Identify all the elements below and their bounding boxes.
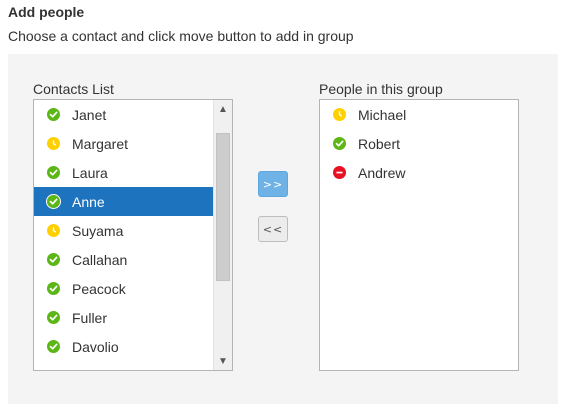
clock-icon <box>333 108 346 121</box>
group-member-michael[interactable]: Michael <box>320 100 518 129</box>
contact-item-fuller[interactable]: Fuller <box>34 303 213 332</box>
contact-item-janet[interactable]: Janet <box>34 100 213 129</box>
scroll-thumb[interactable] <box>216 133 230 281</box>
contact-name: Suyama <box>72 222 124 239</box>
clock-icon <box>47 137 60 150</box>
instructions-text: Choose a contact and click move button t… <box>8 28 354 44</box>
contact-item-suyama[interactable]: Suyama <box>34 216 213 245</box>
contact-name: Janet <box>72 106 107 123</box>
checkmark-icon <box>47 253 60 266</box>
contact-name: Davolio <box>72 338 119 355</box>
contact-item-margaret[interactable]: Margaret <box>34 129 213 158</box>
contact-item-laura[interactable]: Laura <box>34 158 213 187</box>
contact-name: Callahan <box>72 251 128 268</box>
move-right-button[interactable]: >> <box>258 171 288 197</box>
checkmark-icon <box>47 166 60 179</box>
contacts-listbox[interactable]: Davolio Fuller Peacock Callahan Suyama Anne La… <box>33 99 233 371</box>
contact-item-peacock[interactable]: Peacock <box>34 274 213 303</box>
contact-name: Peacock <box>72 280 126 297</box>
checkmark-icon <box>47 340 60 353</box>
contact-item-anne[interactable]: Anne <box>34 187 213 216</box>
group-listbox[interactable]: Andrew Robert Michael <box>319 99 519 371</box>
contacts-scrollbar[interactable]: ▲ ▼ <box>213 100 232 370</box>
checkmark-icon <box>333 137 346 150</box>
scroll-down-arrow[interactable]: ▼ <box>217 356 229 367</box>
checkmark-icon <box>47 108 60 121</box>
contact-name: Laura <box>72 164 108 181</box>
contact-name: Anne <box>72 193 105 210</box>
group-list-label: People in this group <box>319 81 443 97</box>
contact-item-callahan[interactable]: Callahan <box>34 245 213 274</box>
group-member-robert[interactable]: Robert <box>320 129 518 158</box>
checkmark-icon <box>47 282 60 295</box>
clock-icon <box>47 224 60 237</box>
contact-name: Fuller <box>72 309 108 326</box>
add-people-panel: Contacts List Davolio Fuller Peacock Callah… <box>8 54 558 404</box>
contact-name: Margaret <box>72 135 129 152</box>
contacts-list-label: Contacts List <box>33 81 114 97</box>
contact-name: Andrew <box>358 164 406 181</box>
contact-item-davolio[interactable]: Davolio <box>34 332 213 361</box>
group-member-andrew[interactable]: Andrew <box>320 158 518 187</box>
checkmark-icon <box>46 194 61 209</box>
move-left-button[interactable]: << <box>258 216 288 242</box>
contact-name: Robert <box>358 135 401 152</box>
checkmark-icon <box>47 311 60 324</box>
contact-name: Michael <box>358 106 407 123</box>
minus-icon <box>333 166 346 179</box>
add-people-title: Add people <box>8 4 85 20</box>
scroll-up-arrow[interactable]: ▲ <box>217 104 229 115</box>
